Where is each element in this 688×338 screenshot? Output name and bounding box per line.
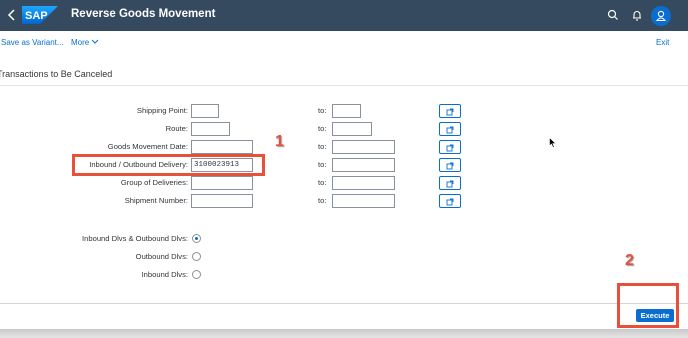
step-number-2: 2 [625, 252, 634, 269]
sap-logo[interactable]: SAP [22, 6, 58, 24]
multiple-selection-icon [446, 180, 454, 188]
multiple-selection-button[interactable] [439, 176, 461, 190]
logo-text: SAP [25, 10, 48, 22]
exit-link[interactable]: Exit [656, 38, 669, 47]
multiple-selection-button[interactable] [439, 122, 461, 136]
goods-movement-date-to-input[interactable] [332, 140, 395, 154]
group-of-deliveries-to-input[interactable] [332, 176, 395, 190]
to-label: to: [318, 178, 327, 187]
shipping-point-label: Shipping Point: [136, 106, 188, 115]
to-label: to: [318, 124, 327, 133]
to-label: to: [318, 160, 327, 169]
app-title: Reverse Goods Movement [71, 8, 216, 20]
multiple-selection-icon [446, 144, 454, 152]
route-to-input[interactable] [332, 122, 372, 136]
radio-outbound[interactable] [192, 252, 201, 261]
delivery-to-input[interactable] [332, 158, 395, 172]
group-of-deliveries-input[interactable] [191, 176, 253, 190]
goods-movement-date-input[interactable] [191, 140, 253, 154]
save-as-variant-link[interactable]: Save as Variant... [1, 38, 64, 47]
multiple-selection-button[interactable] [439, 140, 461, 154]
multiple-selection-button[interactable] [439, 194, 461, 208]
radio-inbound-outbound-label: Inbound Dlvs & Outbound Dlvs: [82, 234, 188, 243]
footer-bar [0, 303, 688, 330]
avatar[interactable] [651, 6, 671, 26]
radio-inbound[interactable] [192, 270, 201, 279]
shipment-number-to-input[interactable] [332, 194, 395, 208]
shipping-point-to-input[interactable] [332, 104, 361, 118]
multiple-selection-icon [446, 162, 454, 170]
radio-outbound-label: Outbound Dlvs: [135, 252, 188, 261]
multiple-selection-icon [446, 108, 454, 116]
step-number-1: 1 [275, 133, 284, 150]
divider [0, 85, 688, 86]
chevron-left-icon[interactable] [5, 6, 19, 24]
to-label: to: [318, 106, 327, 115]
shipment-number-label: Shipment Number: [124, 196, 188, 205]
route-input[interactable] [191, 122, 230, 136]
bell-icon[interactable] [630, 8, 644, 22]
to-label: to: [318, 196, 327, 205]
multiple-selection-icon [446, 126, 454, 134]
more-label: More [71, 38, 90, 47]
highlight-box-delivery [72, 154, 265, 176]
group-of-deliveries-label: Group of Deliveries: [120, 178, 188, 187]
multiple-selection-icon [446, 198, 454, 206]
footer-shadow [0, 329, 688, 338]
more-menu[interactable]: More [71, 38, 99, 47]
user-icon [655, 10, 667, 22]
section-title: Transactions to Be Canceled [0, 69, 113, 79]
radio-inbound-label: Inbound Dlvs: [141, 270, 188, 279]
highlight-box-execute [617, 283, 679, 328]
multiple-selection-button[interactable] [439, 104, 461, 118]
goods-movement-date-label: Goods Movement Date: [107, 142, 188, 151]
to-label: to: [318, 142, 327, 151]
chevron-down-icon [92, 39, 99, 44]
shipping-point-input[interactable] [191, 104, 219, 118]
route-label: Route: [165, 124, 188, 133]
mouse-cursor-icon [549, 136, 557, 154]
multiple-selection-button[interactable] [439, 158, 461, 172]
radio-inbound-outbound[interactable] [192, 234, 201, 243]
shipment-number-input[interactable] [191, 194, 253, 208]
shell-bar: SAP Reverse Goods Movement [0, 0, 688, 31]
search-icon[interactable] [606, 8, 620, 22]
